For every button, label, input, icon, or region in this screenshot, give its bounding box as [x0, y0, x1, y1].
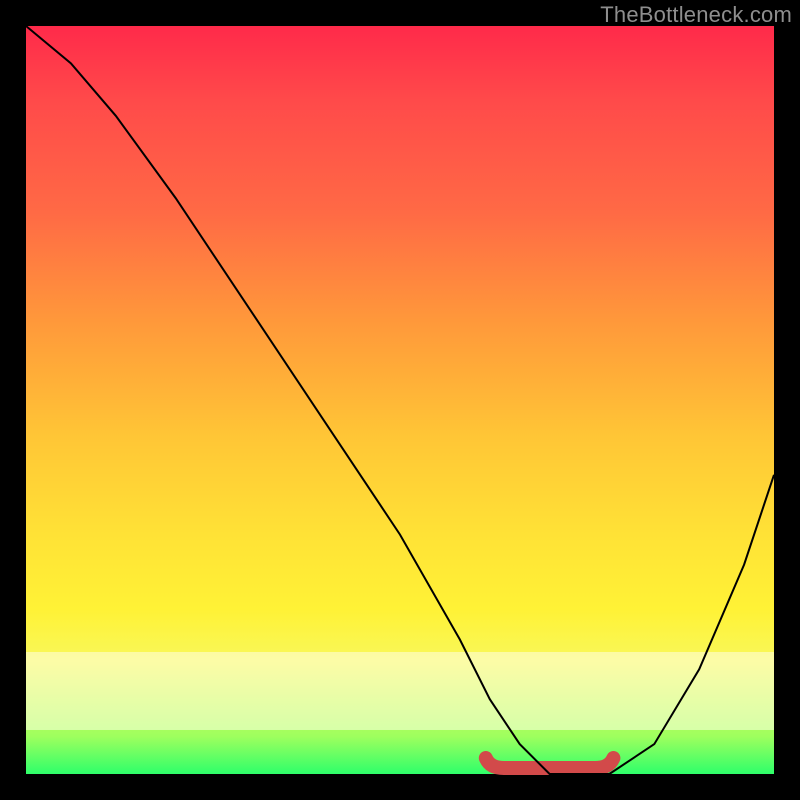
curve-line [26, 26, 774, 774]
watermark-text: TheBottleneck.com [600, 2, 792, 28]
trough-marker [486, 758, 614, 768]
bottleneck-chart [26, 26, 774, 774]
